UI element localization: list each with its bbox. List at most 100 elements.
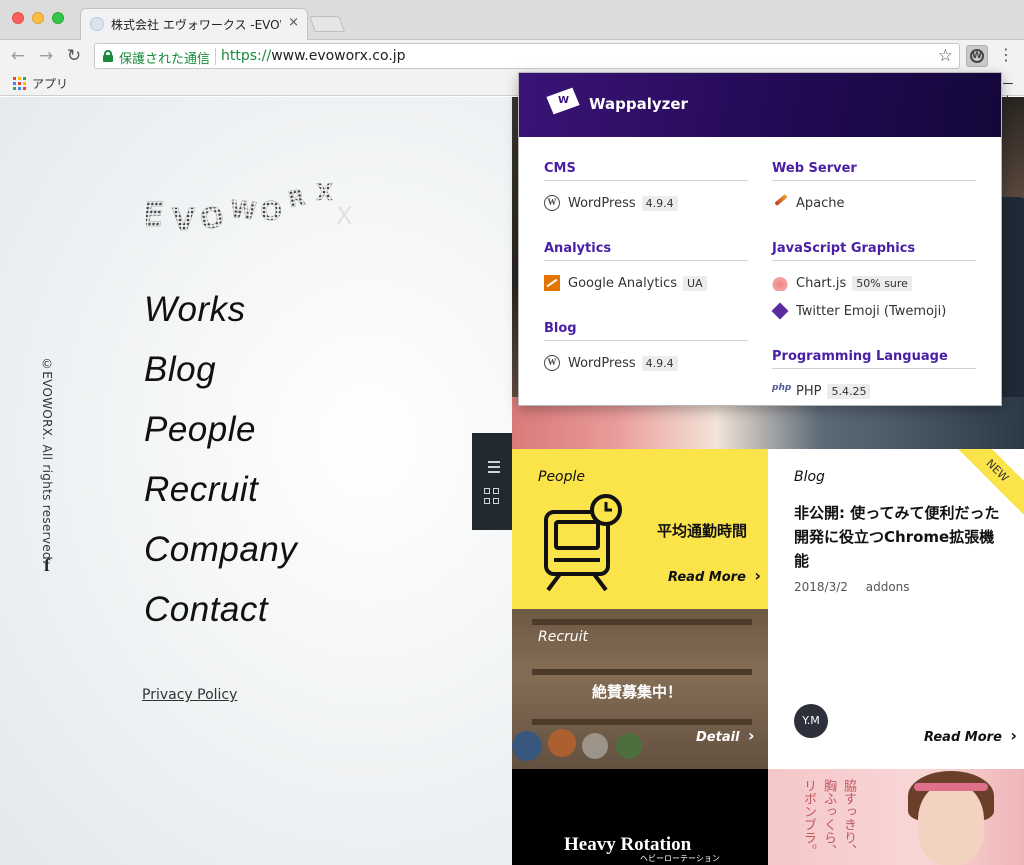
svg-text:W: W bbox=[229, 195, 258, 226]
address-separator bbox=[215, 48, 216, 65]
apps-grid-dot bbox=[23, 77, 26, 80]
wappalyzer-title: Wappalyzer bbox=[589, 95, 688, 113]
chevron-right-icon: › bbox=[754, 566, 762, 585]
wappalyzer-column-left: CMS W WordPress 4.9.4 Analytics Google A… bbox=[544, 137, 748, 377]
wappalyzer-popup: W Wappalyzer CMS W WordPress 4.9.4 Analy… bbox=[518, 72, 1002, 406]
heavy-rotation-card[interactable]: Heavy Rotation ヘビーローテーション bbox=[512, 769, 768, 865]
blog-card[interactable]: NEW Blog 非公開: 使ってみて便利だった開発に役立つChrome拡張機能… bbox=[768, 449, 1024, 769]
model-photo bbox=[918, 783, 984, 865]
recruit-card[interactable]: Recruit 絶賛募集中！ Detail › bbox=[512, 609, 768, 769]
category-javascript-graphics[interactable]: JavaScript Graphics bbox=[772, 237, 976, 261]
svg-text:X: X bbox=[336, 202, 352, 230]
address-bar[interactable]: 保護された通信 https://www.evoworx.co.jp ☆ bbox=[94, 43, 960, 69]
recruit-headline: 絶賛募集中！ bbox=[592, 683, 683, 701]
product-ad-card[interactable]: 脇すっきり、胸ふっくら、リボンブラ。 bbox=[768, 769, 1024, 865]
apps-grid-dot bbox=[13, 82, 16, 85]
grid-view-icon[interactable] bbox=[484, 488, 500, 504]
svg-text:O: O bbox=[198, 200, 226, 236]
wappalyzer-header: W Wappalyzer bbox=[519, 73, 1001, 137]
category-cms[interactable]: CMS bbox=[544, 157, 748, 181]
lock-icon bbox=[103, 50, 113, 62]
app-version: 5.4.25 bbox=[827, 383, 871, 399]
app-wordpress[interactable]: W WordPress 4.9.4 bbox=[544, 349, 748, 377]
browser-tab-active[interactable]: 株式会社 エヴォワークス -EVOWORX- × bbox=[80, 8, 308, 40]
blog-tag[interactable]: addons bbox=[866, 580, 910, 594]
app-php[interactable]: php PHP 5.4.25 bbox=[772, 377, 976, 405]
people-headline: 平均通勤時間 bbox=[657, 522, 748, 540]
menu-item-works[interactable]: Works bbox=[144, 284, 297, 344]
svg-text:X: X bbox=[316, 181, 333, 206]
minimize-window-button[interactable] bbox=[32, 12, 44, 24]
close-window-button[interactable] bbox=[12, 12, 24, 24]
read-more-label: Read More bbox=[668, 570, 746, 585]
url-host: www.evoworx.co.jp bbox=[271, 48, 406, 64]
apps-grid-dot bbox=[23, 82, 26, 85]
back-arrow-icon[interactable]: ← bbox=[8, 46, 28, 66]
read-more-link[interactable]: Read More › bbox=[668, 566, 761, 585]
app-google-analytics[interactable]: Google Analytics UA bbox=[544, 269, 748, 297]
app-name: WordPress bbox=[568, 355, 636, 371]
list-view-icon[interactable] bbox=[484, 461, 500, 475]
apps-grid-dot bbox=[18, 87, 21, 90]
menu-item-contact[interactable]: Contact bbox=[144, 584, 297, 644]
train-clock-icon bbox=[544, 494, 622, 592]
menu-item-recruit[interactable]: Recruit bbox=[144, 464, 297, 524]
app-name: Apache bbox=[796, 195, 845, 211]
menu-item-company[interactable]: Company bbox=[144, 524, 297, 584]
chevron-right-icon: › bbox=[1010, 726, 1018, 745]
app-name: WordPress bbox=[568, 195, 636, 211]
evoworx-logo[interactable]: E V O W O R X X bbox=[146, 178, 362, 238]
zoom-window-button[interactable] bbox=[52, 12, 64, 24]
secure-label: 保護された通信 bbox=[119, 52, 211, 67]
apps-grid-icon[interactable] bbox=[13, 77, 26, 90]
forward-arrow-icon[interactable]: → bbox=[36, 46, 56, 66]
svg-text:R: R bbox=[286, 186, 307, 214]
apps-grid-dot bbox=[18, 77, 21, 80]
model-photo bbox=[914, 783, 988, 791]
read-more-link[interactable]: Read More › bbox=[924, 726, 1017, 745]
menu-item-people[interactable]: People bbox=[144, 404, 297, 464]
card-category: Blog bbox=[794, 469, 825, 485]
blog-title[interactable]: 非公開: 使ってみて便利だった開発に役立つChrome拡張機能 bbox=[794, 501, 1004, 573]
menu-item-blog[interactable]: Blog bbox=[144, 344, 297, 404]
category-web-server[interactable]: Web Server bbox=[772, 157, 976, 181]
wappalyzer-logo-letter: W bbox=[558, 95, 570, 106]
browser-menu-icon[interactable]: ⋮ bbox=[998, 45, 1014, 65]
view-toggle bbox=[472, 433, 512, 530]
app-version: 4.9.4 bbox=[641, 195, 678, 211]
wappalyzer-extension-button[interactable]: W bbox=[966, 45, 988, 67]
detail-link[interactable]: Detail › bbox=[696, 726, 755, 745]
php-icon: php bbox=[772, 383, 792, 393]
new-tab-button[interactable] bbox=[309, 16, 345, 32]
app-version: 4.9.4 bbox=[641, 355, 678, 371]
apps-grid-dot bbox=[23, 87, 26, 90]
app-name: Chart.js bbox=[796, 275, 847, 291]
reload-icon[interactable]: ↻ bbox=[64, 46, 84, 66]
apps-grid-dot bbox=[13, 87, 16, 90]
wordpress-icon: W bbox=[544, 355, 560, 371]
people-card[interactable]: People 平均通勤時間 Read More › bbox=[512, 449, 768, 609]
facebook-icon[interactable]: f bbox=[44, 555, 50, 576]
app-version: UA bbox=[683, 275, 707, 291]
category-analytics[interactable]: Analytics bbox=[544, 237, 748, 261]
url-text[interactable]: https://www.evoworx.co.jp bbox=[221, 48, 406, 64]
wordpress-icon: W bbox=[544, 195, 560, 211]
bookmark-star-icon[interactable]: ☆ bbox=[938, 46, 953, 66]
chartjs-icon bbox=[772, 275, 788, 291]
author-avatar: Y.M bbox=[794, 704, 828, 738]
app-wordpress[interactable]: W WordPress 4.9.4 bbox=[544, 189, 748, 217]
ad-copy: 脇すっきり、胸ふっくら、リボンブラ。 bbox=[801, 779, 856, 857]
app-name: PHP bbox=[796, 383, 822, 399]
tab-close-icon[interactable]: × bbox=[288, 15, 299, 30]
favicon-icon bbox=[90, 17, 104, 31]
app-chartjs[interactable]: Chart.js 50% sure bbox=[772, 269, 976, 297]
apps-grid-dot bbox=[18, 82, 21, 85]
category-programming-language[interactable]: Programming Language bbox=[772, 345, 976, 369]
app-name: Google Analytics bbox=[568, 275, 678, 291]
privacy-policy-link[interactable]: Privacy Policy bbox=[142, 687, 237, 703]
copyright-text: ©EVOWORX. All rights reserved. bbox=[40, 357, 54, 565]
app-apache[interactable]: Apache bbox=[772, 189, 976, 217]
bookmark-apps[interactable]: アプリ bbox=[32, 75, 68, 92]
app-twemoji[interactable]: Twitter Emoji (Twemoji) bbox=[771, 297, 976, 325]
category-blog[interactable]: Blog bbox=[544, 317, 748, 341]
